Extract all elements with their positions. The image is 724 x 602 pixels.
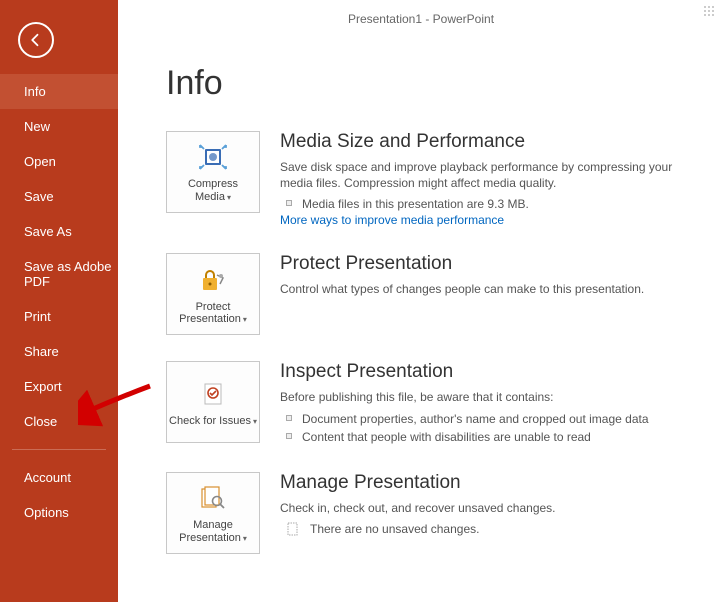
section-media: Compress Media▾ Media Size and Performan… — [166, 131, 704, 227]
app-root: Info New Open Save Save As Save as Adobe… — [0, 0, 724, 602]
protect-desc: Control what types of changes people can… — [280, 281, 704, 297]
compress-media-button[interactable]: Compress Media▾ — [166, 131, 260, 213]
arrow-left-icon — [27, 31, 45, 49]
backstage-sidebar: Info New Open Save Save As Save as Adobe… — [0, 0, 118, 602]
section-inspect-body: Inspect Presentation Before publishing t… — [280, 361, 704, 445]
nav-separator — [12, 449, 106, 450]
nav-open[interactable]: Open — [0, 144, 118, 179]
titlebar-text: Presentation1 - PowerPoint — [348, 12, 494, 26]
inspect-bullet-1: Content that people with disabilities ar… — [280, 428, 704, 446]
nav-list: Info New Open Save Save As Save as Adobe… — [0, 74, 118, 530]
nav-account[interactable]: Account — [0, 460, 118, 495]
nav-save-as-adobe-pdf[interactable]: Save as Adobe PDF — [0, 249, 118, 299]
compress-media-label: Compress Media▾ — [169, 178, 257, 203]
compress-media-icon — [198, 140, 228, 174]
nav-new[interactable]: New — [0, 109, 118, 144]
page-title: Info — [166, 64, 704, 103]
check-issues-label: Check for Issues▾ — [169, 415, 257, 428]
section-manage: Manage Presentation▾ Manage Presentation… — [166, 472, 704, 554]
nav-info[interactable]: Info — [0, 74, 118, 109]
nav-save-as[interactable]: Save As — [0, 214, 118, 249]
nav-close[interactable]: Close — [0, 404, 118, 439]
document-icon — [286, 522, 300, 536]
check-issues-button[interactable]: Check for Issues▾ — [166, 361, 260, 443]
manage-icon — [199, 481, 227, 515]
protect-icon — [199, 263, 227, 297]
section-media-body: Media Size and Performance Save disk spa… — [280, 131, 704, 227]
media-title: Media Size and Performance — [280, 131, 704, 153]
media-bullet: Media files in this presentation are 9.3… — [280, 195, 704, 213]
section-inspect: Check for Issues▾ Inspect Presentation B… — [166, 361, 704, 445]
media-desc: Save disk space and improve playback per… — [280, 159, 704, 191]
manage-desc: Check in, check out, and recover unsaved… — [280, 500, 704, 516]
manage-presentation-button[interactable]: Manage Presentation▾ — [166, 472, 260, 554]
check-issues-icon — [200, 377, 226, 411]
nav-share[interactable]: Share — [0, 334, 118, 369]
manage-title: Manage Presentation — [280, 472, 704, 494]
nav-save[interactable]: Save — [0, 179, 118, 214]
manage-bullet: There are no unsaved changes. — [280, 520, 704, 538]
protect-title: Protect Presentation — [280, 253, 704, 275]
media-link[interactable]: More ways to improve media performance — [280, 213, 704, 227]
inspect-title: Inspect Presentation — [280, 361, 704, 383]
section-protect-body: Protect Presentation Control what types … — [280, 253, 704, 335]
window-grip-icon — [696, 6, 714, 20]
back-button[interactable] — [18, 22, 54, 58]
nav-options[interactable]: Options — [0, 495, 118, 530]
section-protect: Protect Presentation▾ Protect Presentati… — [166, 253, 704, 335]
inspect-desc: Before publishing this file, be aware th… — [280, 389, 704, 405]
manage-label: Manage Presentation▾ — [169, 519, 257, 544]
protect-presentation-button[interactable]: Protect Presentation▾ — [166, 253, 260, 335]
protect-label: Protect Presentation▾ — [169, 301, 257, 326]
nav-export[interactable]: Export — [0, 369, 118, 404]
nav-print[interactable]: Print — [0, 299, 118, 334]
titlebar: Presentation1 - PowerPoint — [118, 0, 724, 38]
section-manage-body: Manage Presentation Check in, check out,… — [280, 472, 704, 554]
main-panel: Presentation1 - PowerPoint Info — [118, 0, 724, 602]
inspect-bullet-0: Document properties, author's name and c… — [280, 410, 704, 428]
